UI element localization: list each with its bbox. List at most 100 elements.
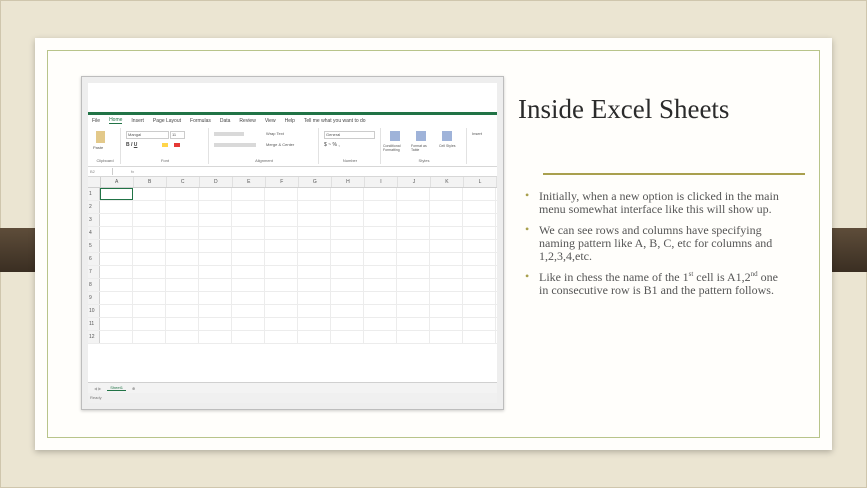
grid-cell <box>331 201 364 213</box>
grid-cell <box>298 292 331 304</box>
menu-review: Review <box>239 117 256 124</box>
grid-cell <box>265 253 298 265</box>
grid-cell <box>133 305 166 317</box>
ribbon-group-clipboard: Paste Clipboard <box>90 128 121 164</box>
grid-cell <box>100 201 133 213</box>
grid-row: 1 <box>88 188 497 201</box>
grid-row: 8 <box>88 279 497 292</box>
bullet-text: We can see rows and columns have specify… <box>539 223 773 263</box>
grid-cell <box>166 279 199 291</box>
paste-icon <box>96 131 105 143</box>
grid-cell <box>331 227 364 239</box>
name-box: B2 <box>88 168 113 175</box>
ribbon-group-styles: Conditional Formatting Format as Table C… <box>382 128 467 164</box>
grid-cell <box>232 266 265 278</box>
bullet-item: • We can see rows and columns have specif… <box>525 223 780 263</box>
bold-italic-underline: B I U <box>126 142 138 148</box>
column-header: B <box>134 177 167 187</box>
grid-cell <box>232 227 265 239</box>
grid-cell <box>331 305 364 317</box>
grid-cell <box>364 214 397 226</box>
grid-cell <box>463 240 496 252</box>
grid-cell <box>364 305 397 317</box>
grid-cell <box>199 201 232 213</box>
grid-cell <box>397 318 430 330</box>
grid-row: 2 <box>88 201 497 214</box>
column-header: C <box>167 177 200 187</box>
row-header: 6 <box>88 253 100 265</box>
column-header: J <box>398 177 431 187</box>
menu-file: File <box>92 117 101 124</box>
grid-cell <box>331 214 364 226</box>
menu-insert: Insert <box>131 117 144 124</box>
grid-cell <box>397 227 430 239</box>
grid-cell <box>133 331 166 343</box>
grid-cell <box>100 305 133 317</box>
menu-home: Home <box>109 117 123 124</box>
grid-cell <box>232 331 265 343</box>
paste-label: Paste <box>93 145 104 150</box>
grid-cell <box>133 253 166 265</box>
grid-cell <box>397 292 430 304</box>
insert-cells-label: Insert <box>472 131 483 136</box>
grid-cell <box>265 305 298 317</box>
grid-cell <box>364 188 397 200</box>
format-table-icon <box>416 131 426 141</box>
grid-cell <box>397 188 430 200</box>
grid-cell <box>100 227 133 239</box>
grid-cell <box>100 266 133 278</box>
grid-cell <box>463 227 496 239</box>
grid-cell <box>298 318 331 330</box>
grid-cell <box>430 201 463 213</box>
bullet-list: • Initially, when a new option is clicked… <box>525 189 780 305</box>
grid-cell <box>166 305 199 317</box>
grid-cell <box>232 201 265 213</box>
grid-cell <box>364 240 397 252</box>
bullet-item: • Like in chess the name of the 1st cell … <box>525 270 780 297</box>
grid-row: 11 <box>88 318 497 331</box>
spreadsheet-grid: ABCDEFGHIJKL 1 2 3 4 5 6 7 8 9 10 11 12 <box>88 177 497 344</box>
grid-cell <box>397 240 430 252</box>
grid-cell <box>100 214 133 226</box>
grid-cell <box>397 253 430 265</box>
row-header: 2 <box>88 201 100 213</box>
grid-cell <box>166 201 199 213</box>
menu-help: Help <box>284 117 295 124</box>
grid-cell <box>430 253 463 265</box>
row-header: 5 <box>88 240 100 252</box>
column-headers: ABCDEFGHIJKL <box>88 177 497 188</box>
grid-row: 12 <box>88 331 497 344</box>
grid-cell <box>463 201 496 213</box>
grid-cell <box>166 214 199 226</box>
grid-cell <box>100 253 133 265</box>
font-name-box: Mangal <box>126 131 169 139</box>
ribbon-label-styles: Styles <box>418 158 430 163</box>
grid-cell <box>298 227 331 239</box>
ribbon-group-font: Mangal 11 B I U Font <box>122 128 209 164</box>
grid-row: 5 <box>88 240 497 253</box>
grid-cell <box>199 279 232 291</box>
bullet-item: • Initially, when a new option is clicked… <box>525 189 780 216</box>
grid-cell <box>331 318 364 330</box>
grid-cell <box>133 214 166 226</box>
conditional-label: Conditional Formatting <box>383 144 401 152</box>
ribbon-label-alignment: Alignment <box>255 158 273 163</box>
excel-ribbon: Paste Clipboard Mangal 11 B I U Font Wra… <box>88 126 497 167</box>
add-sheet-icon: ⊕ <box>131 385 136 391</box>
grid-cell <box>364 292 397 304</box>
column-header: E <box>233 177 266 187</box>
grid-rows: 1 2 3 4 5 6 7 8 9 10 11 12 <box>88 188 497 344</box>
grid-cell <box>463 318 496 330</box>
grid-cell <box>331 331 364 343</box>
select-all-corner <box>88 177 101 187</box>
grid-cell <box>463 279 496 291</box>
grid-cell <box>199 318 232 330</box>
grid-cell <box>331 253 364 265</box>
grid-cell <box>265 188 298 200</box>
grid-cell <box>298 201 331 213</box>
grid-row: 7 <box>88 266 497 279</box>
grid-cell <box>397 266 430 278</box>
grid-cell <box>166 188 199 200</box>
grid-cell <box>133 188 166 200</box>
grid-cell <box>331 266 364 278</box>
